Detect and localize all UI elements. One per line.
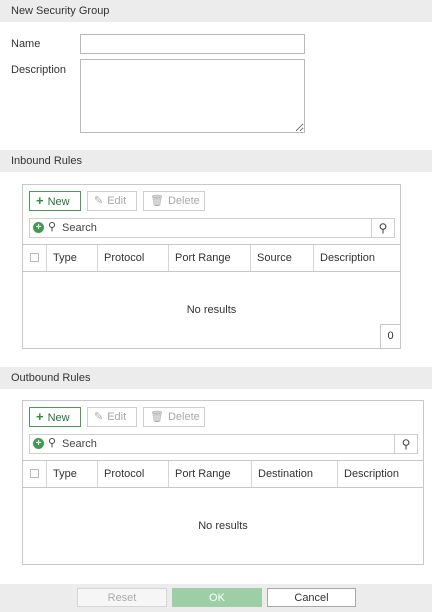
inbound-col-type[interactable]: Type [47,245,98,271]
dialog-title: New Security Group [11,5,110,17]
outbound-search-bar[interactable]: + ⚲ Search ⚲ [29,434,418,454]
plus-icon: + [36,193,44,208]
inbound-col-protocol[interactable]: Protocol [98,245,169,271]
outbound-rules-header: Outbound Rules [0,367,432,389]
outbound-col-type[interactable]: Type [47,461,98,487]
add-filter-icon[interactable]: + [33,438,44,449]
outbound-delete-label: Delete [167,411,200,423]
dialog-footer: Reset OK Cancel [0,584,432,612]
inbound-rules-header: Inbound Rules [0,150,432,172]
outbound-col-destination[interactable]: Destination [252,461,338,487]
outbound-grid-header: Type Protocol Port Range Destination Des… [23,460,423,488]
inbound-col-port-range[interactable]: Port Range [169,245,251,271]
inbound-search-bar[interactable]: + ⚲ Search ⚲ [29,218,395,238]
outbound-select-all-cell [23,461,47,487]
inbound-edit-button[interactable]: ✎ Edit [87,191,137,211]
inbound-empty-message: No results [186,304,237,316]
inbound-new-button[interactable]: + New [29,191,81,211]
add-filter-icon[interactable]: + [33,222,44,233]
outbound-delete-button[interactable]: 🗑 Delete [143,407,205,427]
name-field[interactable] [80,34,305,54]
inbound-delete-button[interactable]: 🗑 Delete [143,191,205,211]
inbound-new-label: New [47,196,70,208]
pencil-icon: ✎ [94,411,104,423]
inbound-rules-heading: Inbound Rules [11,155,82,167]
name-label: Name [11,38,41,50]
outbound-rules-heading: Outbound Rules [11,372,91,384]
ok-button[interactable]: OK [172,588,262,607]
cancel-button[interactable]: Cancel [267,588,356,607]
outbound-edit-label: Edit [107,411,127,423]
pencil-icon: ✎ [94,195,104,207]
description-field[interactable] [80,59,305,133]
dialog-title-bar: New Security Group [0,0,432,22]
outbound-col-protocol[interactable]: Protocol [98,461,169,487]
inbound-search-input[interactable]: Search [62,222,97,234]
reset-button[interactable]: Reset [77,588,167,607]
search-icon: ⚲ [48,437,57,449]
inbound-rules-panel: + New ✎ Edit 🗑 Delete + ⚲ Search ⚲ Type Pro… [22,184,401,349]
inbound-edit-label: Edit [107,195,127,207]
inbound-select-all-checkbox[interactable] [30,253,39,262]
search-icon: ⚲ [48,221,57,233]
trash-icon: 🗑 [150,195,164,207]
inbound-select-all-cell [23,245,47,271]
outbound-new-label: New [47,412,70,424]
outbound-new-button[interactable]: + New [29,407,81,427]
search-icon: ⚲ [401,437,411,451]
outbound-edit-button[interactable]: ✎ Edit [87,407,137,427]
trash-icon: 🗑 [150,411,164,423]
inbound-grid-header: Type Protocol Port Range Source Descript… [23,244,400,272]
description-label: Description [11,64,67,76]
inbound-delete-label: Delete [167,195,200,207]
search-icon: ⚲ [378,221,388,235]
outbound-empty-message: No results [198,520,248,532]
outbound-search-input[interactable]: Search [62,438,97,450]
outbound-rules-panel: + New ✎ Edit 🗑 Delete + ⚲ Search ⚲ Type Pro… [22,400,424,565]
inbound-count-badge: 0 [380,324,400,348]
inbound-col-source[interactable]: Source [251,245,314,271]
outbound-select-all-checkbox[interactable] [30,469,39,478]
inbound-search-button[interactable]: ⚲ [371,218,395,238]
inbound-col-description[interactable]: Description [314,245,400,271]
outbound-col-description[interactable]: Description [338,461,423,487]
outbound-col-port-range[interactable]: Port Range [169,461,252,487]
outbound-search-button[interactable]: ⚲ [394,434,418,454]
plus-icon: + [36,409,44,424]
